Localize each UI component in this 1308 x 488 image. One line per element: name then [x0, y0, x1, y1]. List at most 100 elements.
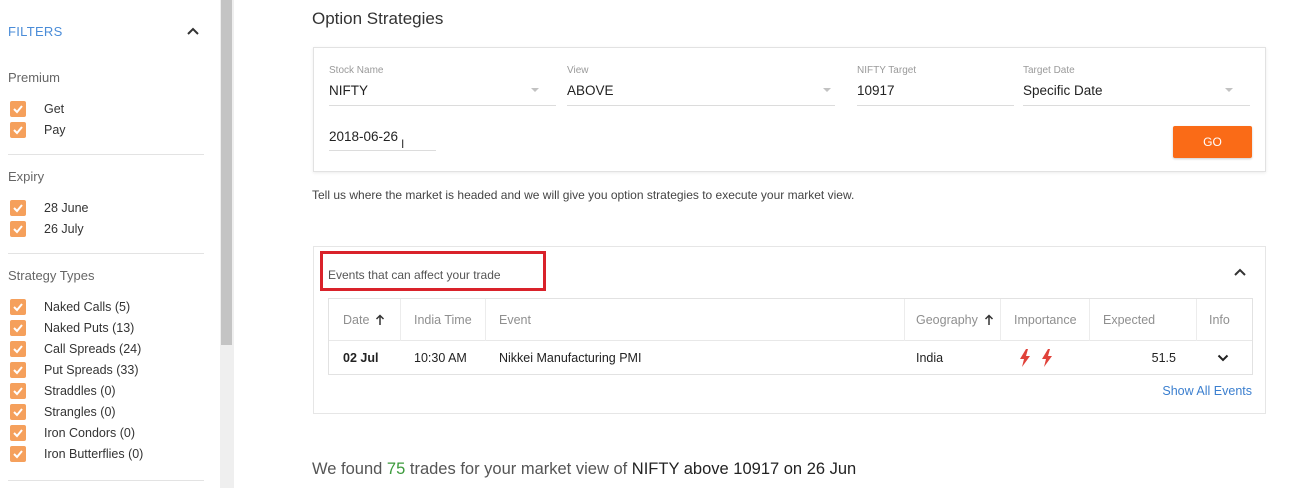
column-divider	[1196, 299, 1197, 341]
column-label: Date	[343, 313, 370, 327]
highlight-box: Events that can affect your trade	[320, 251, 546, 291]
filter-28-june[interactable]: 28 June	[10, 199, 88, 217]
filter-naked-calls[interactable]: Naked Calls (5)	[10, 298, 130, 316]
filter-iron-condors[interactable]: Iron Condors (0)	[10, 424, 135, 442]
lightning-icon	[1042, 349, 1052, 367]
sidebar-scrollbar-thumb[interactable]	[221, 0, 232, 345]
section-title-strategy-types: Strategy Types	[8, 268, 95, 283]
column-label: Expected	[1103, 313, 1156, 327]
market-view: NIFTY above 10917 on 26 Jun	[631, 460, 857, 478]
event-date: 02 Jul	[343, 351, 379, 365]
expand-row[interactable]	[1217, 341, 1229, 375]
view-select[interactable]: ABOVE	[567, 83, 614, 98]
event-time: 10:30 AM	[414, 351, 467, 365]
checkbox-checked-icon[interactable]	[10, 446, 26, 462]
lightning-icon	[1020, 349, 1030, 367]
filter-label: Put Spreads (33)	[44, 363, 139, 377]
column-divider	[400, 299, 401, 341]
filters-header[interactable]: FILTERS	[8, 23, 204, 41]
filter-put-spreads[interactable]: Put Spreads (33)	[10, 361, 139, 379]
go-button[interactable]: GO	[1173, 126, 1252, 158]
filter-straddles[interactable]: Straddles (0)	[10, 382, 116, 400]
specific-date-input[interactable]: 2018-06-26	[329, 129, 398, 144]
column-event[interactable]: Event	[499, 299, 531, 341]
checkbox-checked-icon[interactable]	[10, 320, 26, 336]
event-expected: 51.5	[1151, 351, 1176, 365]
target-label: NIFTY Target	[857, 65, 917, 76]
trade-count: 75	[386, 460, 406, 478]
chevron-down-icon[interactable]	[1225, 88, 1233, 92]
chevron-down-icon[interactable]	[1217, 353, 1229, 363]
filter-label: Iron Butterflies (0)	[44, 447, 144, 461]
filters-sidebar: FILTERS Premium Get Pay Expiry 28 June 2…	[0, 0, 220, 488]
column-divider	[904, 299, 905, 341]
column-label: Event	[499, 313, 531, 327]
filter-26-july[interactable]: 26 July	[10, 220, 84, 238]
checkbox-checked-icon[interactable]	[10, 200, 26, 216]
chevron-up-icon[interactable]	[1233, 265, 1247, 279]
filter-pay[interactable]: Pay	[10, 121, 66, 139]
filter-label: Call Spreads (24)	[44, 342, 142, 356]
filter-label: Straddles (0)	[44, 384, 116, 398]
column-label: Importance	[1014, 313, 1077, 327]
chevron-up-icon[interactable]	[186, 24, 200, 38]
checkbox-checked-icon[interactable]	[10, 101, 26, 117]
filter-label: 26 July	[44, 222, 84, 236]
filter-strangles[interactable]: Strangles (0)	[10, 403, 116, 421]
filter-get[interactable]: Get	[10, 100, 64, 118]
checkbox-checked-icon[interactable]	[10, 383, 26, 399]
checkbox-checked-icon[interactable]	[10, 362, 26, 378]
checkbox-checked-icon[interactable]	[10, 122, 26, 138]
summary-middle: trades for your market view of	[409, 460, 628, 478]
checkbox-checked-icon[interactable]	[10, 404, 26, 420]
filter-label: 28 June	[44, 201, 89, 215]
underline	[857, 105, 1014, 106]
target-date-label: Target Date	[1023, 65, 1075, 76]
show-all-events-link[interactable]: Show All Events	[1162, 384, 1252, 398]
column-label: India Time	[414, 313, 472, 327]
table-row[interactable]: 02 Jul 10:30 AM Nikkei Manufacturing PMI…	[329, 341, 1252, 375]
column-info[interactable]: Info	[1209, 299, 1230, 341]
filter-label: Strangles (0)	[44, 405, 116, 419]
chevron-down-icon[interactable]	[531, 88, 539, 92]
checkbox-checked-icon[interactable]	[10, 221, 26, 237]
filter-label: Naked Calls (5)	[44, 300, 131, 314]
filter-label: Iron Condors (0)	[44, 426, 136, 440]
column-date[interactable]: Date	[343, 299, 385, 341]
event-geography: India	[916, 351, 944, 365]
text-cursor-icon: I	[401, 137, 405, 151]
section-title-premium: Premium	[8, 70, 61, 85]
underline	[567, 105, 835, 106]
event-importance	[1019, 341, 1063, 375]
events-table: Date India Time Event Geography Importan…	[328, 298, 1253, 375]
filters-title: FILTERS	[8, 24, 63, 39]
column-importance[interactable]: Importance	[1014, 299, 1077, 341]
arrow-up-icon[interactable]	[984, 314, 994, 326]
checkbox-checked-icon[interactable]	[10, 299, 26, 315]
column-expected[interactable]: Expected	[1103, 299, 1155, 341]
checkbox-checked-icon[interactable]	[10, 425, 26, 441]
underline	[1023, 105, 1250, 106]
filter-naked-puts[interactable]: Naked Puts (13)	[10, 319, 134, 337]
chevron-down-icon[interactable]	[823, 88, 831, 92]
events-title[interactable]: Events that can affect your trade	[328, 268, 501, 282]
column-geography[interactable]: Geography	[916, 299, 994, 341]
event-name: Nikkei Manufacturing PMI	[499, 351, 642, 365]
checkbox-checked-icon[interactable]	[10, 341, 26, 357]
strategy-form: Stock Name NIFTY View ABOVE NIFTY Target…	[313, 47, 1266, 172]
column-label: Geography	[916, 313, 978, 327]
filter-call-spreads[interactable]: Call Spreads (24)	[10, 340, 141, 358]
page-title: Option Strategies	[312, 9, 444, 28]
filter-iron-butterflies[interactable]: Iron Butterflies (0)	[10, 445, 143, 463]
section-title-expiry: Expiry	[8, 169, 45, 184]
stock-name-select[interactable]: NIFTY	[329, 83, 368, 98]
column-divider	[1000, 299, 1001, 341]
filter-label: Get	[44, 102, 65, 116]
column-india-time[interactable]: India Time	[414, 299, 472, 341]
arrow-up-icon[interactable]	[375, 314, 385, 326]
target-input[interactable]: 10917	[857, 83, 895, 98]
target-date-select[interactable]: Specific Date	[1023, 83, 1103, 98]
column-label: Info	[1209, 313, 1230, 327]
column-divider	[1089, 299, 1090, 341]
underline	[329, 105, 556, 106]
